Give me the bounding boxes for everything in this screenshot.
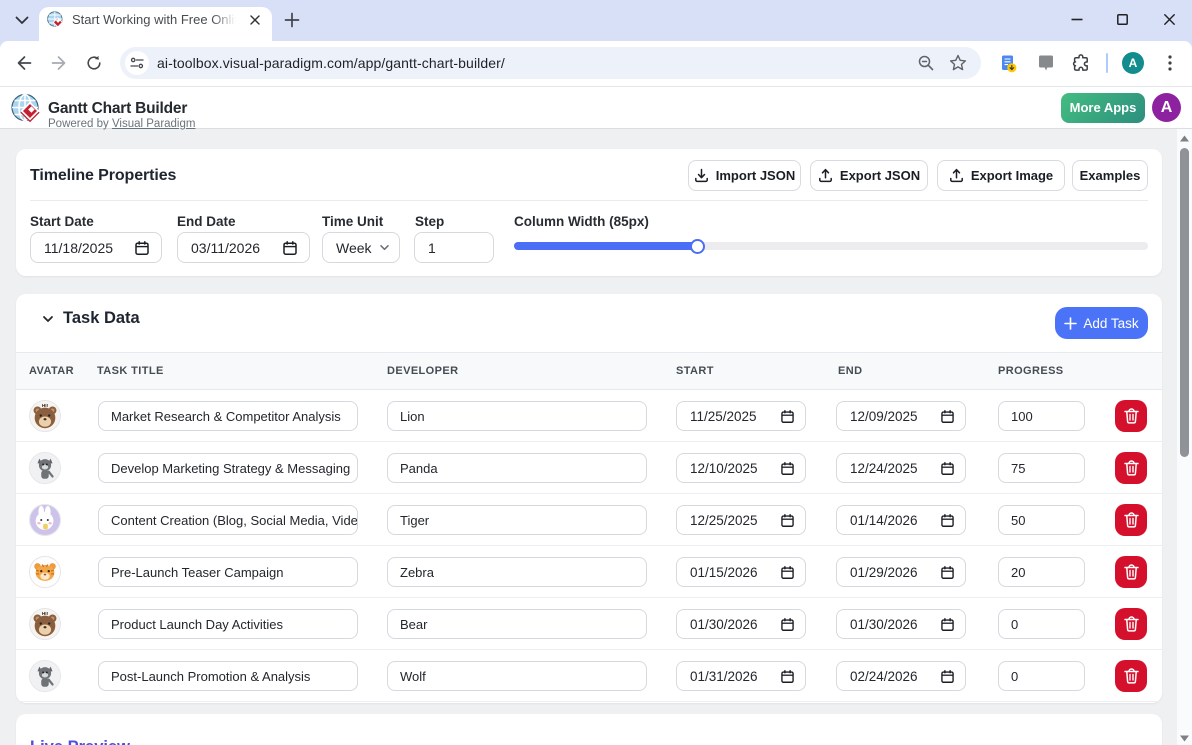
svg-text:HI!: HI! (42, 611, 49, 616)
svg-text:HI!: HI! (42, 403, 49, 408)
